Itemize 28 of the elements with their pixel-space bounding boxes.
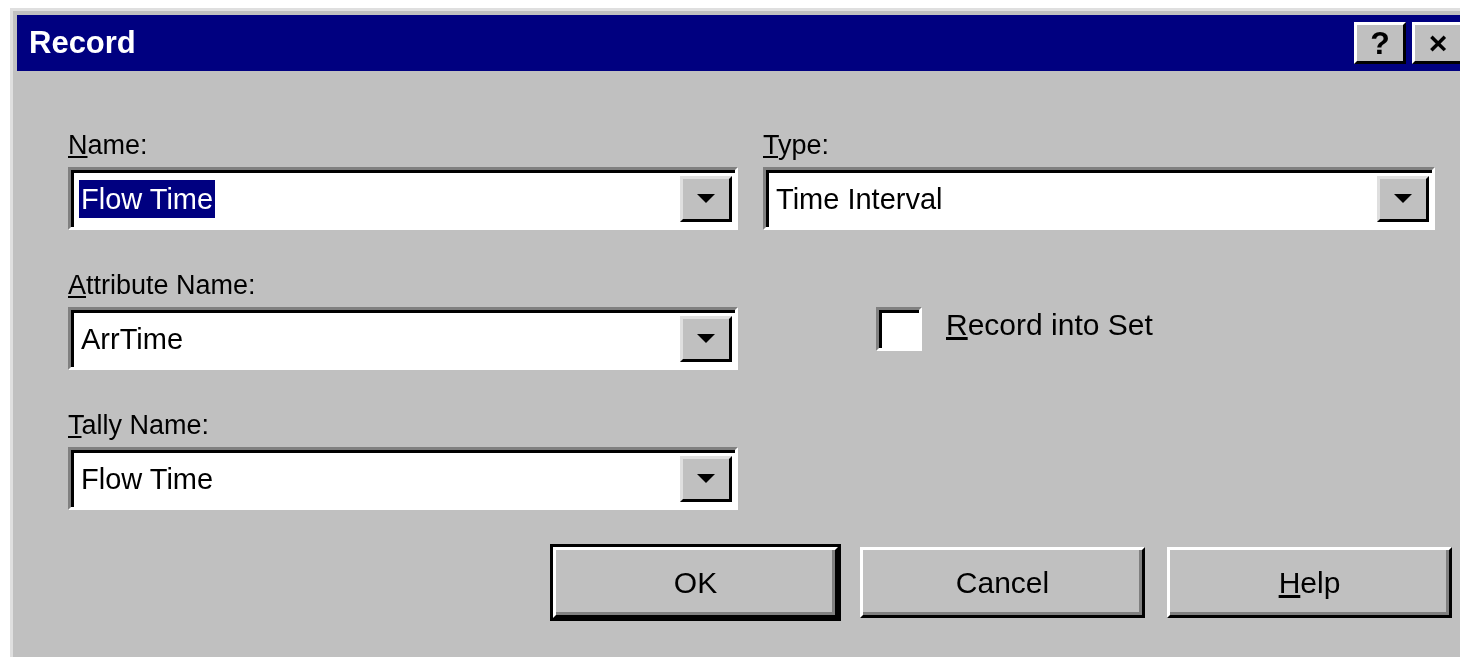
caret-icon — [1394, 193, 1412, 204]
dropdown-button[interactable] — [680, 175, 732, 222]
dialog-button[interactable]: OK — [553, 547, 838, 618]
combo-box[interactable]: Flow Time — [68, 167, 738, 230]
combo-box[interactable]: Time Interval — [763, 167, 1435, 230]
dropdown-button[interactable] — [680, 455, 732, 502]
field-label: Attribute Name: — [68, 269, 256, 302]
window-title: Record — [29, 25, 136, 61]
dialog-button[interactable]: Help — [1167, 547, 1452, 618]
caret-icon — [697, 333, 715, 344]
checkbox[interactable] — [876, 307, 922, 351]
dialog-button[interactable]: Cancel — [860, 547, 1145, 618]
field-label: Type: — [763, 129, 830, 162]
checkbox-label[interactable]: Record into Set — [946, 307, 1153, 343]
dropdown-button[interactable] — [680, 315, 732, 362]
combo-box[interactable]: ArrTime — [68, 307, 738, 370]
combo-value: Flow Time — [79, 179, 216, 218]
dropdown-button[interactable] — [1377, 175, 1429, 222]
combo-value: Flow Time — [80, 461, 215, 497]
field-label: Tally Name: — [68, 409, 210, 442]
combo-box[interactable]: Flow Time — [68, 447, 738, 510]
combo-value: Time Interval — [775, 181, 944, 217]
caret-icon — [697, 473, 715, 484]
field-label: Name: — [68, 129, 148, 162]
caret-icon — [697, 193, 715, 204]
combo-value: ArrTime — [80, 321, 185, 357]
title-bar-button[interactable]: × — [1412, 22, 1460, 64]
title-bar-button[interactable]: ? — [1354, 22, 1406, 64]
